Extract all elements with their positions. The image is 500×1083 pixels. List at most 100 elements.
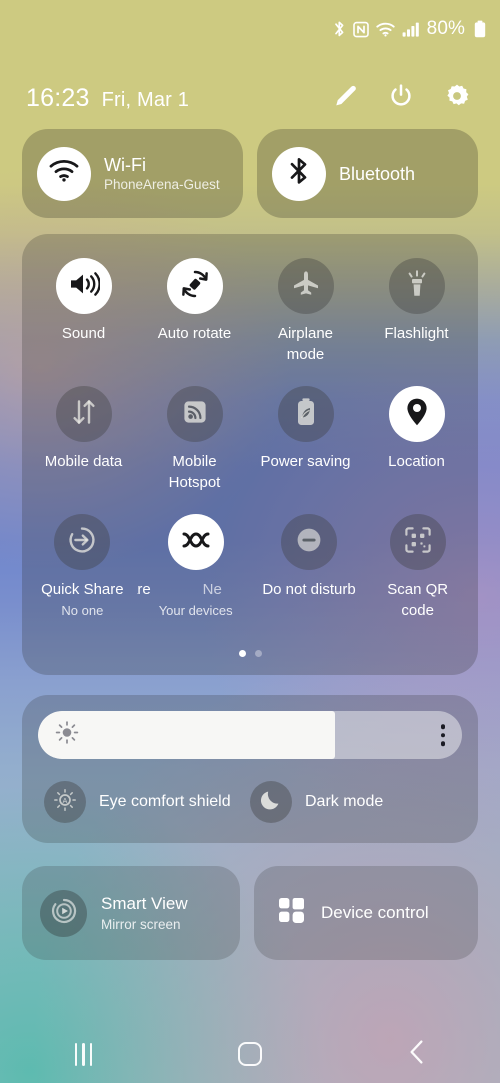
tile-label-location: Location: [388, 453, 445, 470]
battery-icon: [474, 20, 486, 38]
tile-flashlight[interactable]: Flashlight: [361, 258, 472, 365]
tile-mobile-data[interactable]: Mobile data: [28, 386, 139, 493]
tile-location[interactable]: Location: [361, 386, 472, 493]
gear-icon: [444, 83, 470, 114]
three-dot-menu-icon[interactable]: [440, 724, 445, 746]
location-toggle[interactable]: [388, 386, 445, 442]
smart-view-icon-wrap: [40, 889, 87, 937]
power-button[interactable]: [386, 83, 416, 113]
status-bar: 80%: [0, 0, 500, 58]
tile-mobile-hotspot[interactable]: Mobile Hotspot: [139, 386, 250, 493]
panel-header: 16:23 Fri, Mar 1: [0, 72, 500, 124]
quick-share-toggle[interactable]: [54, 514, 111, 570]
back-chevron-icon: [407, 1039, 427, 1070]
tile-sub-nearby-share: Your devices: [158, 603, 233, 618]
smart-view-title: Smart View: [101, 893, 188, 913]
do-not-disturb-toggle[interactable]: [281, 514, 337, 570]
scan-qr-code-toggle[interactable]: [389, 514, 446, 570]
tile-sound[interactable]: Sound: [28, 258, 139, 365]
airplane-icon: [291, 269, 321, 304]
home-icon: [238, 1042, 262, 1066]
page-dot-2[interactable]: [254, 650, 262, 657]
smart-view-icon: [50, 897, 78, 930]
nearby-share-toggle[interactable]: [167, 514, 224, 570]
eye-comfort-icon: A: [53, 788, 77, 817]
bottom-cards: Smart View Mirror screen Device control: [22, 866, 478, 960]
flashlight-toggle[interactable]: [388, 258, 445, 314]
qr-scan-icon: [403, 525, 433, 560]
tile-label-nearby-share-transition: hare Ne: [137, 579, 255, 600]
tile-nearby-share[interactable]: hare Ne Your devices: [137, 514, 255, 621]
current-time: 16:23: [26, 83, 90, 112]
quick-share-icon: [67, 525, 97, 560]
location-pin-icon: [405, 397, 429, 432]
airplane-mode-toggle[interactable]: [277, 258, 334, 314]
back-button[interactable]: [333, 1025, 500, 1083]
device-control-card[interactable]: Device control: [254, 866, 478, 960]
bluetooth-title: Bluetooth: [339, 163, 416, 184]
pencil-icon: [332, 83, 358, 114]
tile-label-do-not-disturb: Do not disturb: [262, 581, 356, 598]
bluetooth-card[interactable]: Bluetooth: [257, 129, 478, 218]
grid-squares-icon: [278, 897, 305, 929]
brightness-sun-icon: [55, 721, 79, 750]
tile-label-quick-share: Quick Share: [41, 581, 124, 598]
mobile-data-toggle[interactable]: [55, 386, 112, 442]
tile-scan-qr-code[interactable]: Scan QR code: [363, 514, 472, 621]
recents-button[interactable]: [0, 1025, 167, 1083]
tile-label-mobile-hotspot: Mobile Hotspot: [168, 453, 221, 491]
mobile-hotspot-toggle[interactable]: [166, 386, 223, 442]
power-saving-toggle[interactable]: [277, 386, 334, 442]
tile-quick-share[interactable]: Quick Share No one: [28, 514, 137, 621]
edit-button[interactable]: [330, 83, 360, 113]
brightness-slider-fill: [38, 711, 335, 759]
page-dot-1[interactable]: [238, 650, 246, 657]
tile-label-flashlight: Flashlight: [384, 325, 449, 342]
bluetooth-icon: [333, 20, 346, 38]
nfc-icon: [352, 21, 369, 38]
hotspot-icon: [181, 398, 209, 431]
tile-label-fragment-b: Ne: [202, 581, 222, 598]
bluetooth-toggle[interactable]: [272, 146, 326, 201]
toggle-row-1: Sound Auto rotate Airplane mode Flashlig…: [22, 258, 478, 365]
tile-label-sound: Sound: [61, 325, 106, 342]
quick-toggles-panel: Sound Auto rotate Airplane mode Flashlig…: [22, 234, 478, 675]
dark-mode-item[interactable]: Dark mode: [250, 781, 456, 823]
eye-comfort-shield-item[interactable]: A Eye comfort shield: [44, 781, 250, 823]
navigation-bar: [0, 1025, 500, 1083]
battery-percentage: 80%: [426, 18, 465, 39]
wifi-card[interactable]: Wi-Fi PhoneArena-Guest: [22, 129, 243, 218]
dark-mode-toggle[interactable]: [250, 781, 292, 823]
bluetooth-text: Bluetooth: [339, 163, 415, 185]
bluetooth-icon: [288, 156, 310, 191]
tile-auto-rotate[interactable]: Auto rotate: [139, 258, 250, 365]
tile-label-scan-qr-code: Scan QR code: [387, 581, 449, 619]
settings-button[interactable]: [442, 83, 472, 113]
svg-text:A: A: [63, 798, 68, 805]
brightness-slider[interactable]: [38, 711, 462, 759]
brightness-panel: A Eye comfort shield Dark mode: [22, 695, 478, 843]
battery-leaf-icon: [294, 397, 318, 432]
wifi-text: Wi-Fi PhoneArena-Guest: [104, 154, 220, 194]
home-button[interactable]: [167, 1025, 334, 1083]
tile-airplane-mode[interactable]: Airplane mode: [250, 258, 361, 365]
wifi-toggle[interactable]: [37, 146, 91, 201]
smart-view-text: Smart View Mirror screen: [101, 893, 188, 934]
minus-circle-icon: [294, 525, 324, 560]
moon-icon: [259, 788, 283, 817]
display-modes-row: A Eye comfort shield Dark mode: [38, 781, 462, 823]
tile-do-not-disturb[interactable]: Do not disturb: [255, 514, 364, 621]
wifi-icon: [376, 22, 395, 37]
smart-view-card[interactable]: Smart View Mirror screen: [22, 866, 240, 960]
toggle-row-2: Mobile data Mobile Hotspot Power saving: [22, 386, 478, 493]
eye-comfort-toggle[interactable]: A: [44, 781, 86, 823]
device-control-text: Device control: [321, 902, 429, 924]
page-indicator: [22, 650, 478, 657]
auto-rotate-toggle[interactable]: [166, 258, 223, 314]
wifi-title: Wi-Fi: [104, 154, 146, 175]
tile-power-saving[interactable]: Power saving: [250, 386, 361, 493]
recents-icon: [74, 1042, 93, 1066]
tile-label-mobile-data: Mobile data: [44, 453, 123, 470]
sound-toggle[interactable]: [55, 258, 112, 314]
current-date: Fri, Mar 1: [101, 88, 190, 111]
